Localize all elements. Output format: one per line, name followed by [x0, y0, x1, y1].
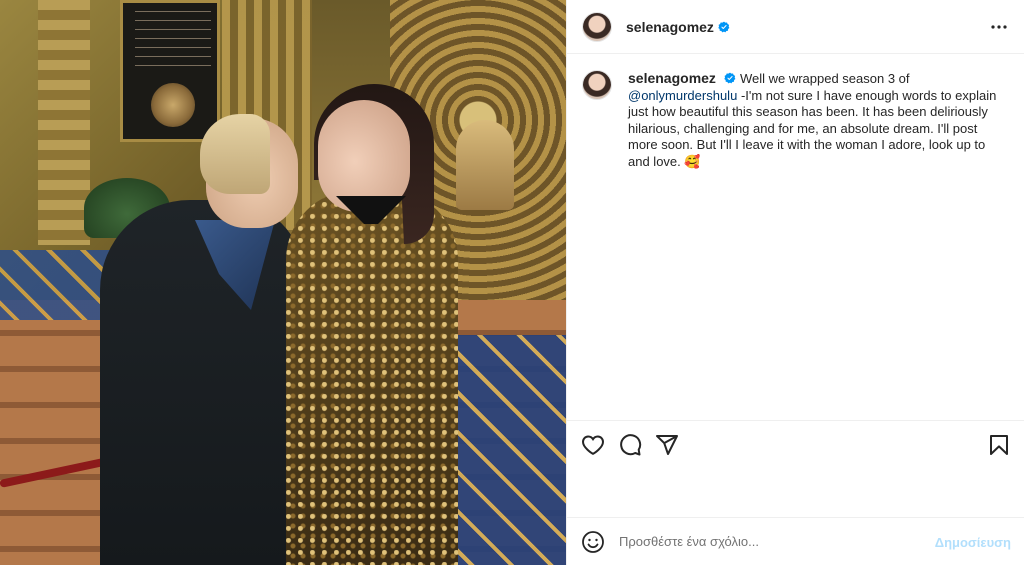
emoji-icon[interactable]	[581, 530, 605, 554]
bookmark-icon[interactable]	[987, 433, 1011, 457]
post-comment-button[interactable]: Δημοσίευση	[935, 535, 1011, 550]
avatar[interactable]	[582, 11, 612, 42]
person-right-head	[318, 100, 410, 212]
post-side-panel: selenagomez selenagomez Well we wrapped …	[566, 0, 1024, 565]
action-bar	[567, 420, 1024, 470]
header-username[interactable]: selenagomez	[626, 19, 714, 35]
statue	[456, 120, 514, 210]
post-image[interactable]	[0, 0, 566, 565]
caption-block: selenagomez Well we wrapped season 3 of …	[582, 70, 1012, 170]
heart-icon[interactable]	[581, 433, 605, 457]
post-header: selenagomez	[567, 0, 1024, 54]
caption-text: selenagomez Well we wrapped season 3 of …	[628, 70, 1006, 170]
more-options-icon[interactable]	[987, 15, 1011, 39]
comment-bar: Δημοσίευση	[567, 517, 1024, 565]
comment-input[interactable]	[619, 534, 919, 549]
person-left-hair	[200, 114, 270, 194]
send-icon[interactable]	[655, 433, 679, 457]
caption-mention-link[interactable]: @onlymurdershulu	[628, 88, 737, 103]
caption-text-start: Well we wrapped season 3 of	[739, 71, 910, 86]
plaque-medallion	[151, 83, 195, 127]
person-right	[286, 190, 458, 565]
caption-avatar[interactable]	[582, 70, 612, 100]
verified-badge-icon	[724, 72, 736, 84]
carved-pillar	[38, 0, 90, 245]
tile-wall-right	[452, 335, 566, 565]
wall-plaque	[120, 0, 220, 142]
comment-icon[interactable]	[618, 433, 642, 457]
caption-username[interactable]: selenagomez	[628, 70, 716, 86]
person-left	[100, 200, 305, 565]
plaque-text-lines	[135, 11, 211, 71]
verified-badge-icon	[718, 21, 730, 32]
sequin-collar	[195, 220, 275, 310]
